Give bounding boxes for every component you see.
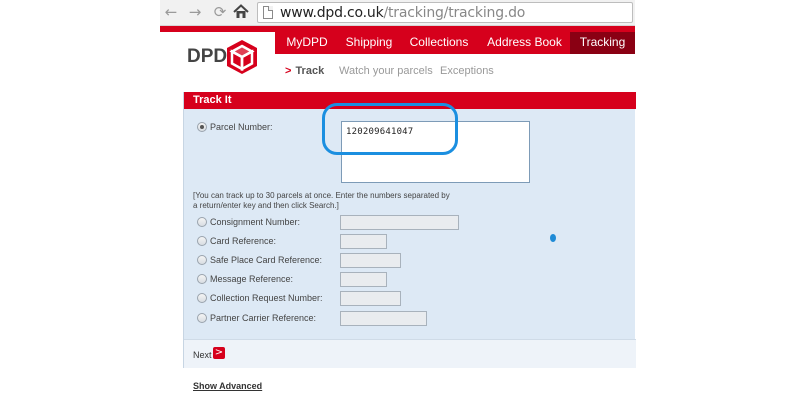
partner-carrier-reference-label: Partner Carrier Reference: — [210, 313, 317, 323]
safe-place-card-reference-label: Safe Place Card Reference: — [210, 255, 323, 265]
nav-tab-tracking[interactable]: Tracking — [570, 32, 635, 54]
partner-carrier-reference-radio[interactable] — [197, 313, 207, 323]
subnav-watch-your-parcels[interactable]: Watch your parcels — [339, 65, 433, 77]
url-path: /tracking/tracking.do — [383, 5, 526, 21]
next-label[interactable]: Next — [193, 350, 212, 360]
dpd-logo[interactable]: DPD — [177, 32, 269, 84]
main-navigation: MyDPD Shipping Collections Address Book … — [275, 32, 635, 54]
next-arrow-icon[interactable]: > — [213, 347, 225, 359]
browser-toolbar: ← → ⟳ www.dpd.co.uk/tracking/tracking.do — [160, 0, 635, 26]
collection-request-number-radio[interactable] — [197, 293, 207, 303]
forward-arrow-icon[interactable]: → — [186, 3, 204, 21]
partner-carrier-reference-input[interactable] — [340, 311, 427, 326]
next-row: Next > — [184, 339, 636, 368]
dpd-cube-logo — [227, 40, 257, 74]
back-arrow-icon[interactable]: ← — [162, 3, 180, 21]
show-advanced-link[interactable]: Show Advanced — [193, 381, 262, 391]
safe-place-card-reference-input[interactable] — [340, 253, 401, 268]
message-reference-label: Message Reference: — [210, 274, 294, 284]
parcel-number-radio[interactable] — [197, 122, 207, 132]
subnav-track-label: Track — [295, 65, 325, 77]
page-icon — [263, 6, 273, 19]
message-reference-input[interactable] — [340, 272, 387, 287]
url-host: www.dpd.co.uk — [280, 5, 384, 21]
nav-tab-shipping[interactable]: Shipping — [339, 32, 399, 54]
subnav-track[interactable]: > Track — [285, 65, 324, 77]
logo-text: DPD — [187, 46, 228, 67]
address-bar[interactable]: www.dpd.co.uk/tracking/tracking.do — [257, 2, 633, 23]
subnav-exceptions[interactable]: Exceptions — [440, 65, 494, 77]
card-reference-radio[interactable] — [197, 236, 207, 246]
highlight-annotation — [322, 103, 458, 155]
tracking-hint: [You can track up to 30 parcels at once.… — [193, 191, 450, 210]
parcel-number-label: Parcel Number: — [210, 122, 273, 132]
consignment-number-radio[interactable] — [197, 217, 207, 227]
subnav-arrow: > — [285, 65, 292, 77]
cursor-dot — [550, 234, 556, 242]
consignment-number-label: Consignment Number: — [210, 217, 301, 227]
collection-request-number-input[interactable] — [340, 291, 401, 306]
nav-tab-address-book[interactable]: Address Book — [479, 32, 570, 54]
card-reference-label: Card Reference: — [210, 236, 277, 246]
url-text[interactable]: www.dpd.co.uk/tracking/tracking.do — [280, 5, 525, 21]
nav-tab-collections[interactable]: Collections — [399, 32, 479, 54]
collection-request-number-label: Collection Request Number: — [210, 293, 323, 303]
nav-tab-mydpd[interactable]: MyDPD — [275, 32, 339, 54]
consignment-number-input[interactable] — [340, 215, 459, 230]
reload-icon[interactable]: ⟳ — [211, 3, 229, 21]
home-icon[interactable] — [233, 4, 251, 22]
safe-place-card-reference-radio[interactable] — [197, 255, 207, 265]
message-reference-radio[interactable] — [197, 274, 207, 284]
card-reference-input[interactable] — [340, 234, 387, 249]
